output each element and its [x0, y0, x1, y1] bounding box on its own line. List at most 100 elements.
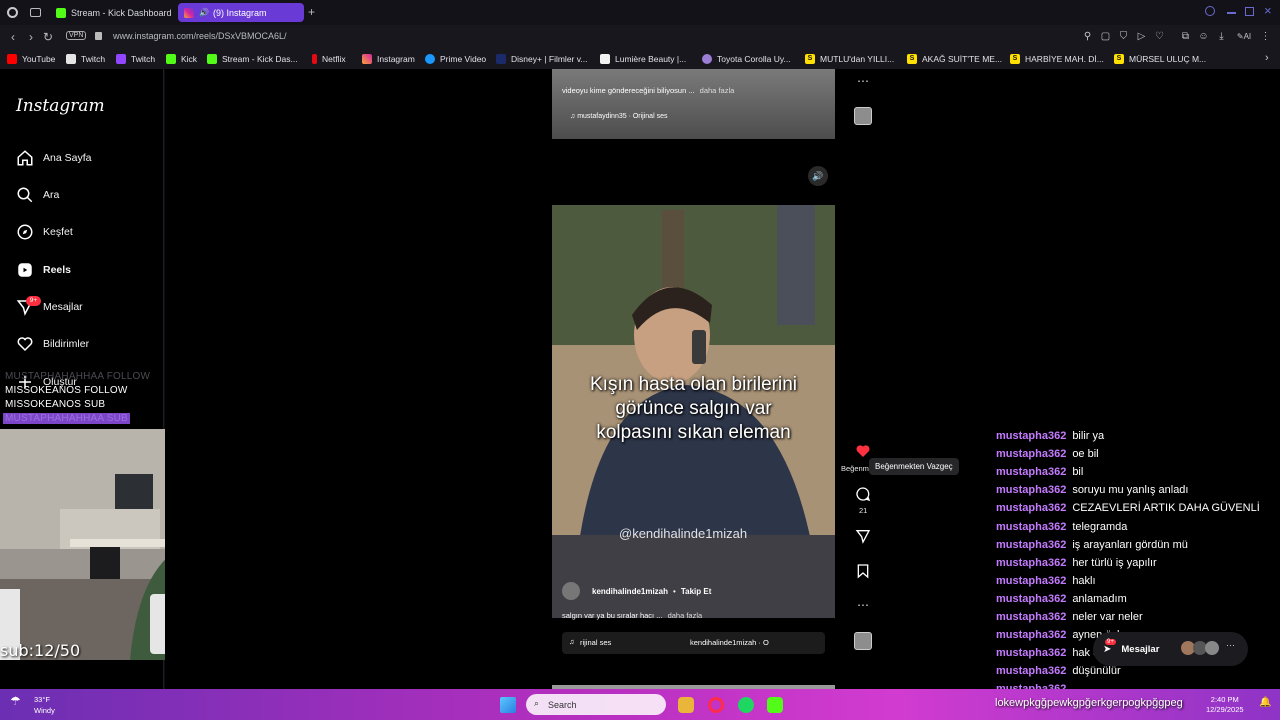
chat-username[interactable]: mustapha362: [996, 665, 1066, 677]
nav-home[interactable]: Ana Sayfa: [16, 148, 91, 168]
chat-message: mustapha362 haklı: [996, 575, 1096, 587]
chat-text: CEZAEVLERİ ARTIK DAHA GÜVENLİ: [1072, 502, 1260, 515]
opera-menu-icon[interactable]: [7, 7, 18, 18]
chat-username[interactable]: mustapha362: [996, 575, 1066, 587]
chat-username[interactable]: mustapha362: [996, 466, 1066, 478]
chat-username[interactable]: mustapha362: [996, 448, 1066, 460]
kick-app-icon[interactable]: [767, 697, 783, 713]
nav-explore[interactable]: Keşfet: [16, 222, 73, 242]
spotify-icon[interactable]: [738, 697, 754, 713]
instagram-logo[interactable]: Instagram: [16, 96, 105, 116]
chat-username[interactable]: mustapha362: [996, 502, 1066, 514]
bookmark-twitch-2[interactable]: Twitch: [116, 54, 155, 64]
reload-icon[interactable]: ↻: [41, 30, 55, 44]
tab-kick-dashboard[interactable]: Stream - Kick Dashboard: [50, 3, 172, 22]
chat-username[interactable]: mustapha362: [996, 557, 1066, 569]
bookmark-akag[interactable]: S AKAĞ SUİT'TE ME...: [907, 54, 1002, 64]
author-username[interactable]: kendihalinde1mizah: [592, 587, 668, 596]
chat-username[interactable]: mustapha362: [996, 430, 1066, 442]
mute-button[interactable]: 🔊: [808, 166, 828, 186]
vpn-badge[interactable]: VPN: [66, 31, 87, 40]
workspaces-icon[interactable]: [30, 8, 41, 17]
bookmark-mursel[interactable]: S MÜRSEL ULUÇ M...: [1114, 54, 1206, 64]
bookmark-mutlu[interactable]: S MUTLU'dan YILLI...: [805, 54, 894, 64]
start-icon[interactable]: [500, 697, 516, 713]
forward-icon[interactable]: ›: [24, 30, 38, 44]
share-icon[interactable]: [855, 528, 871, 544]
pin-icon[interactable]: ⚲: [1082, 31, 1093, 42]
kick-icon: [166, 54, 176, 64]
menu-icon[interactable]: ⋮: [1260, 31, 1271, 42]
minimize-icon[interactable]: [1227, 12, 1236, 14]
download-icon[interactable]: ⤓: [1216, 31, 1227, 42]
alert-sub-highlight: MUSTAPHAHAHHAA SUB: [3, 413, 130, 424]
chat-message: mustapha362 CEZAEVLERİ ARTIK DAHA GÜVENLİ: [996, 502, 1260, 514]
bookmark-kick-dashboard[interactable]: Stream - Kick Das...: [207, 54, 298, 64]
more-options-icon[interactable]: ⋯: [857, 598, 869, 612]
user-icon[interactable]: ☺: [1198, 31, 1209, 42]
maximize-icon[interactable]: [1245, 7, 1254, 16]
avatar[interactable]: [562, 582, 580, 600]
bookmark-toyota[interactable]: Toyota Corolla Uy...: [702, 54, 791, 64]
notification-bell-icon[interactable]: 🔔: [1259, 697, 1271, 708]
folder-icon[interactable]: [678, 697, 694, 713]
kick-icon: [56, 7, 66, 18]
chat-username[interactable]: mustapha362: [996, 521, 1066, 533]
weather-icon[interactable]: ☂: [10, 694, 28, 710]
more-options-icon[interactable]: ⋯: [857, 74, 869, 88]
messages-panel[interactable]: ➤ 9+ Mesajlar ⋯: [1093, 632, 1248, 666]
chat-username[interactable]: mustapha362: [996, 484, 1066, 496]
nav-notifications[interactable]: Bildirimler: [16, 334, 89, 354]
disney-icon: [496, 54, 506, 64]
reel-audio-chip[interactable]: ♫ rijinal ses kendihalinde1mizah · O: [562, 632, 825, 654]
aria-ai-icon[interactable]: ✎AI: [1234, 31, 1254, 42]
extensions-icon[interactable]: ⧉: [1180, 31, 1191, 42]
bookmark-icon[interactable]: [855, 563, 871, 579]
close-window-icon[interactable]: ×: [1264, 3, 1272, 18]
bookmark-lumiere[interactable]: Lumière Beauty |...: [600, 54, 686, 64]
chat-username[interactable]: mustapha362: [996, 629, 1066, 641]
chat-username[interactable]: mustapha362: [996, 611, 1066, 623]
chat-message: mustapha362 anlamadım: [996, 593, 1127, 605]
chat-username[interactable]: mustapha362: [996, 593, 1066, 605]
avatar: [1205, 641, 1219, 655]
url-field[interactable]: www.instagram.com/reels/DSxVBMOCA6L/: [113, 31, 287, 41]
bookmark-youtube[interactable]: YouTube: [7, 54, 55, 64]
bookmarks-overflow-icon[interactable]: ›: [1265, 52, 1269, 64]
opera-browser-icon[interactable]: [708, 697, 724, 713]
audio-thumbnail[interactable]: [854, 632, 872, 650]
back-icon[interactable]: ‹: [6, 30, 20, 44]
reel-previous-audio[interactable]: ♫ mustafaydinn35 · Orijinal ses: [570, 113, 667, 120]
bookmark-netflix[interactable]: Netflix: [312, 54, 346, 64]
heart-filled-icon[interactable]: [855, 443, 871, 459]
heart-icon[interactable]: ♡: [1154, 31, 1165, 42]
shield-icon[interactable]: ⛉: [1118, 31, 1129, 42]
follow-button[interactable]: Takip Et: [681, 587, 712, 596]
chat-text: bil: [1072, 466, 1084, 479]
nav-search[interactable]: Ara: [16, 185, 59, 205]
chat-message: mustapha362 iş arayanları gördün mü: [996, 539, 1188, 551]
bookmark-instagram[interactable]: Instagram: [362, 54, 415, 64]
play-icon[interactable]: ▷: [1136, 31, 1147, 42]
chat-message: mustapha362 oe bil: [996, 448, 1099, 460]
clock[interactable]: 2:40 PM 12/29/2025: [1206, 695, 1244, 715]
bookmark-harbiye[interactable]: S HARBİYE MAH. Dİ...: [1010, 54, 1104, 64]
audio-thumbnail[interactable]: [854, 107, 872, 125]
bookmark-prime-video[interactable]: Prime Video: [425, 54, 486, 64]
lock-icon: [95, 32, 102, 40]
bookmark-kick[interactable]: Kick: [166, 54, 197, 64]
bookmark-twitch-1[interactable]: Twitch: [66, 54, 105, 64]
reel-previous[interactable]: videoyu kime göndereceğini biliyosun ...…: [552, 69, 835, 139]
snapshot-icon[interactable]: ▢: [1100, 31, 1111, 42]
chat-username[interactable]: mustapha362: [996, 647, 1066, 659]
nav-reels[interactable]: Reels: [16, 260, 71, 280]
chat-username[interactable]: mustapha362: [996, 539, 1066, 551]
taskbar-search[interactable]: ⌕ Search: [526, 694, 666, 715]
new-tab-button[interactable]: +: [308, 5, 315, 19]
tab-instagram[interactable]: 🔊 (9) Instagram: [178, 3, 304, 22]
comment-icon[interactable]: [855, 486, 871, 502]
sahibinden-icon: S: [907, 54, 917, 64]
search-tabs-icon[interactable]: [1205, 6, 1215, 16]
reel-current[interactable]: Kışın hasta olan birilerini görünce salg…: [552, 160, 835, 663]
bookmark-disney[interactable]: Disney+ | Filmler v...: [496, 54, 587, 64]
